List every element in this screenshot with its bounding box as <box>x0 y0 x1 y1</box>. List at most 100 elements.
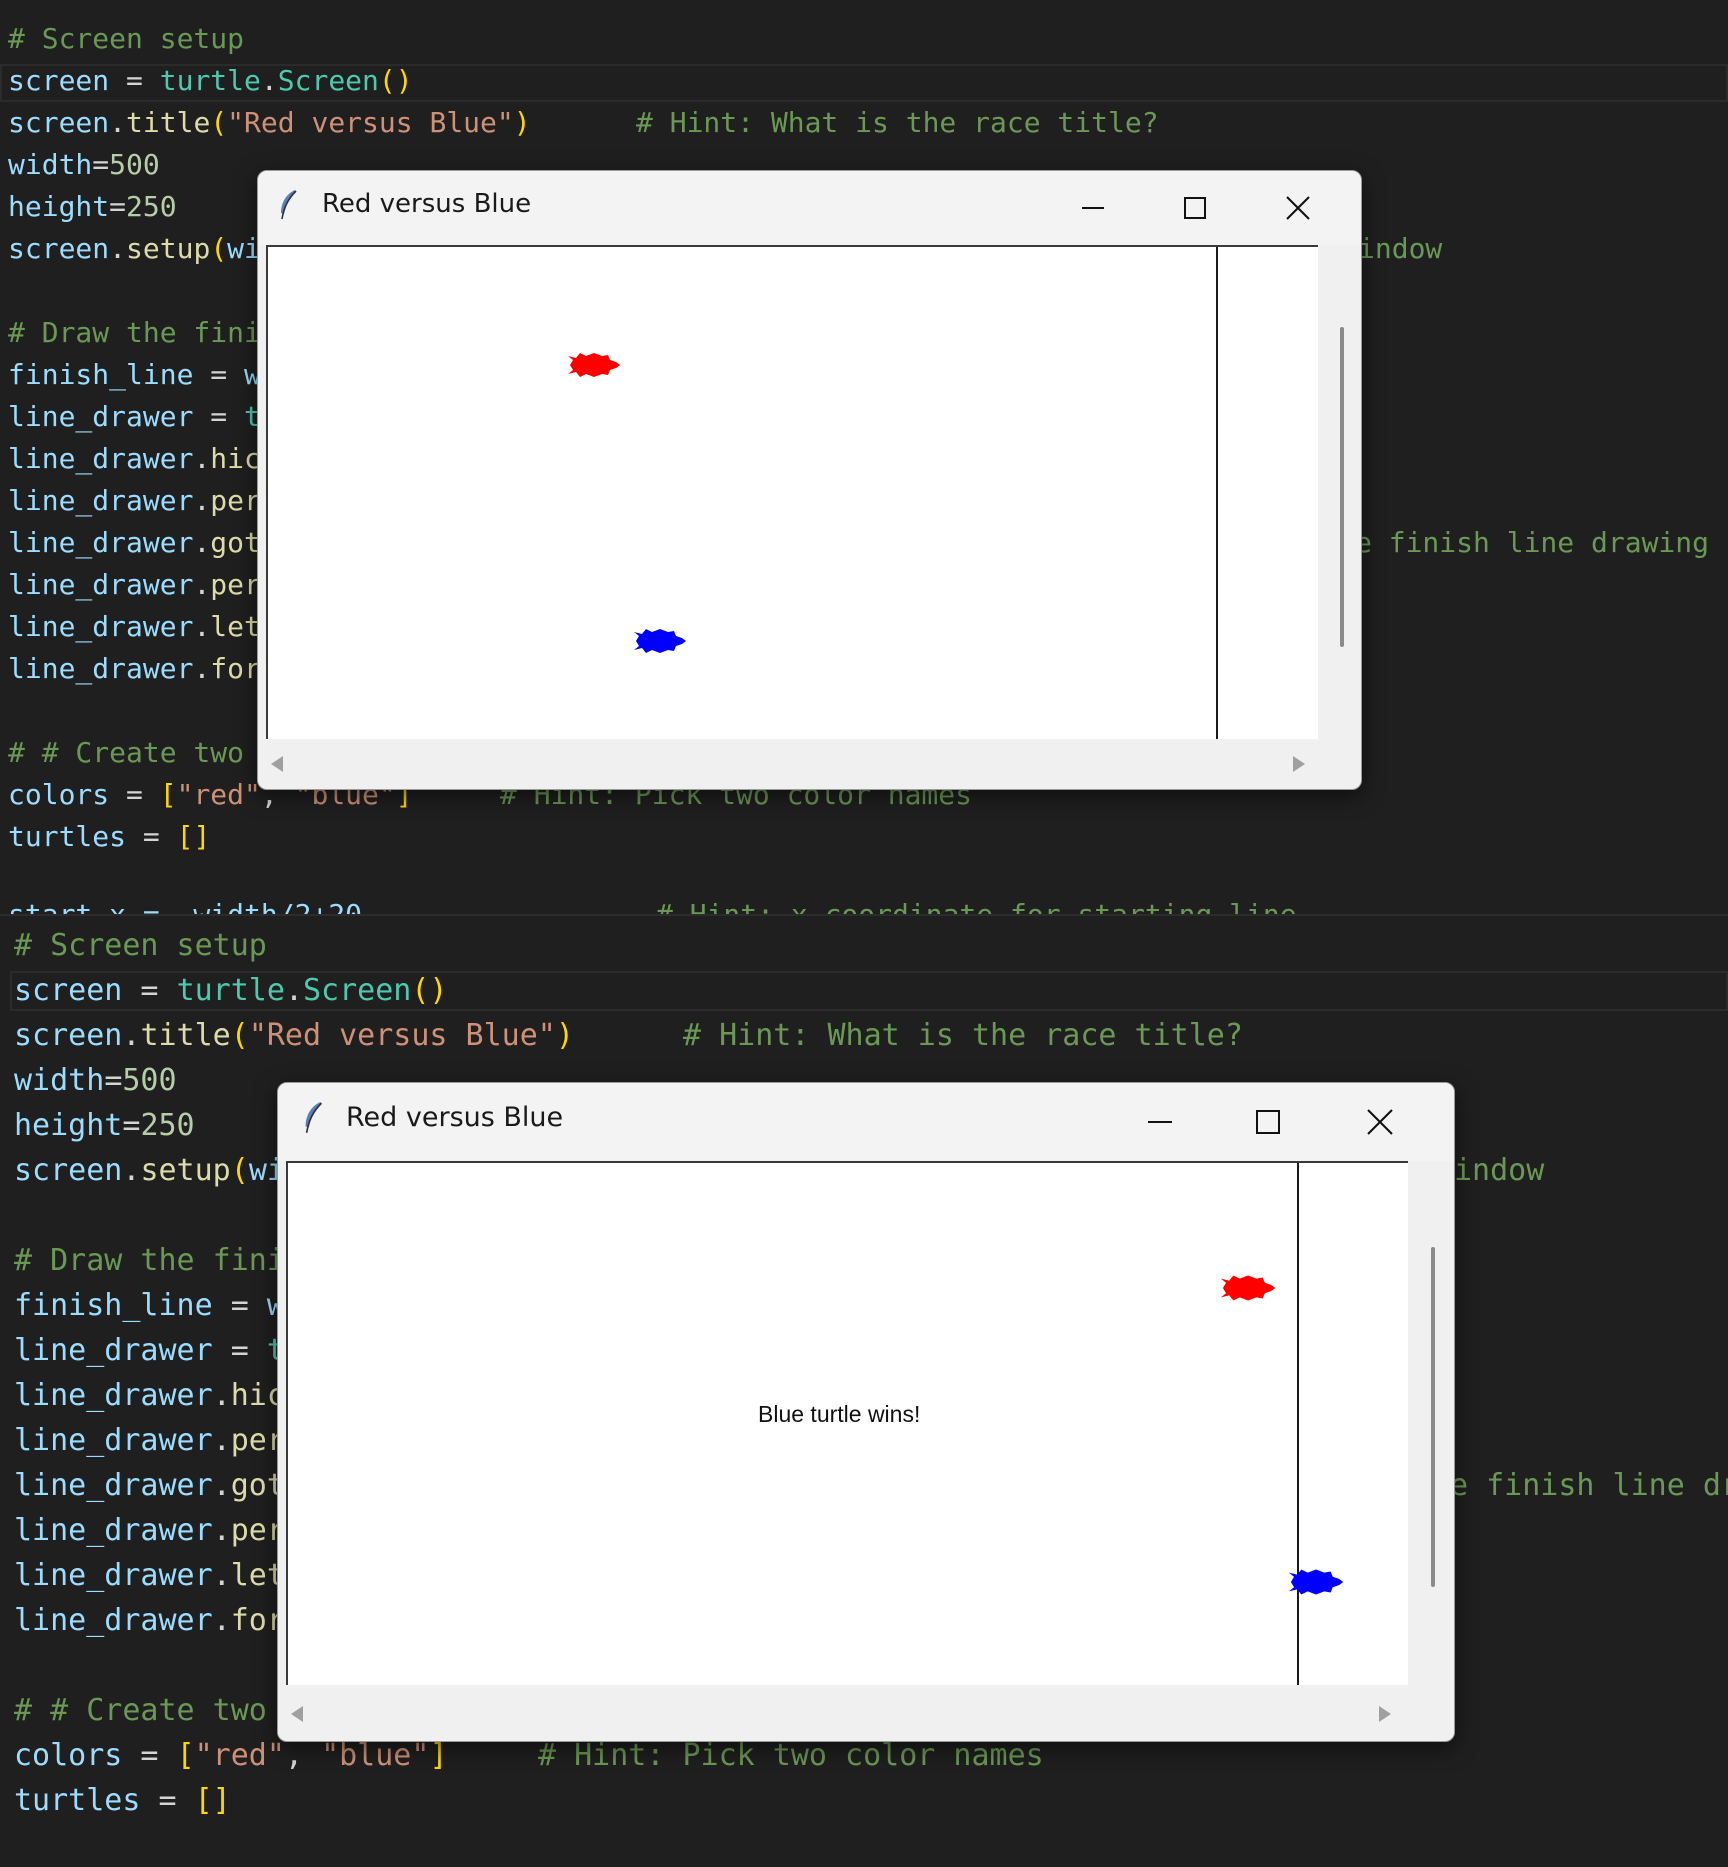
operator: = <box>140 1783 195 1818</box>
turtle-canvas[interactable] <box>266 245 1318 739</box>
vertical-scroll-thumb[interactable] <box>1340 327 1344 647</box>
identifier: width <box>14 1063 105 1098</box>
comment: # Screen setup <box>14 928 267 963</box>
operator: . <box>193 610 211 643</box>
minimize-button[interactable] <box>1063 183 1123 233</box>
turtle-window-top[interactable]: Red versus Blue <box>257 170 1362 790</box>
identifier: line_drawer <box>8 484 194 517</box>
bracket: ( <box>210 106 228 139</box>
method-name: hi <box>210 442 245 475</box>
identifier: screen <box>8 232 110 265</box>
close-icon <box>1367 1109 1393 1135</box>
identifier: width <box>8 148 93 181</box>
code-line-20: turtles = [] <box>8 820 210 853</box>
comment-tail: e finish line drawing <box>1355 526 1710 559</box>
identifier: line_drawer <box>14 1513 213 1548</box>
editor-panel-top[interactable]: # Screen setup screen = turtle.Screen() … <box>0 0 1728 914</box>
close-button[interactable] <box>1348 1097 1412 1147</box>
code-line-14: line_drawer.per <box>14 1513 285 1548</box>
code-line-20: turtles = [] <box>14 1783 231 1818</box>
comment-tail: indow <box>1454 1153 1545 1188</box>
code-line-12: line_drawer.per <box>8 484 261 517</box>
method-name: le <box>230 1558 267 1593</box>
identifier: line_drawer <box>8 568 194 601</box>
operator: . <box>193 526 211 559</box>
identifier: line_drawer <box>14 1558 213 1593</box>
vertical-scroll-thumb[interactable] <box>1431 1247 1435 1587</box>
code-line-2: screen = turtle.Screen() <box>8 64 413 97</box>
code-line-10: line_drawer = t <box>8 400 261 433</box>
comment-tail: e finish line dr <box>1450 1468 1728 1503</box>
operator: . <box>212 1468 231 1503</box>
operator: . <box>193 442 211 475</box>
operator: = <box>122 1108 141 1143</box>
editor-panel-bottom[interactable]: # Screen setup screen = turtle.Screen() … <box>0 916 1728 1867</box>
comment: # Draw the fini <box>8 316 261 349</box>
method-name: fo <box>210 652 245 685</box>
identifier: finish_line <box>14 1288 213 1323</box>
window-titlebar[interactable]: Red versus Blue <box>278 1083 1454 1161</box>
minimize-icon <box>1082 207 1104 209</box>
code-line-12: line_drawer.per <box>14 1423 285 1458</box>
operator: = <box>109 190 127 223</box>
bracket: ( <box>210 232 228 265</box>
blue-turtle-icon <box>1288 1569 1344 1595</box>
function-name: title <box>126 106 211 139</box>
scroll-left-icon[interactable] <box>290 1705 304 1723</box>
identifier: wi <box>227 232 261 265</box>
code-line-16: line_drawer.for <box>8 652 261 685</box>
identifier: line_drawer <box>14 1378 213 1413</box>
scroll-left-icon[interactable] <box>270 755 284 773</box>
horizontal-scrollbar[interactable] <box>278 1689 1454 1739</box>
blue-turtle-icon <box>634 629 686 653</box>
identifier: turtles <box>8 820 127 853</box>
operator: = <box>109 64 160 97</box>
brackets: () <box>411 973 448 1008</box>
code-line-10: line_drawer = t <box>14 1333 285 1368</box>
turtle-canvas[interactable]: Blue turtle wins! <box>286 1161 1408 1685</box>
scroll-right-icon[interactable] <box>1292 755 1306 773</box>
operator: = <box>212 1288 267 1323</box>
identifier: height <box>14 1108 123 1143</box>
comment-tail: indow <box>1358 232 1443 265</box>
method-name: le <box>210 610 245 643</box>
operator: = <box>212 1333 267 1368</box>
bracket: ( <box>230 1153 249 1188</box>
operator: . <box>193 484 211 517</box>
vertical-scrollbar[interactable] <box>1416 1161 1450 1685</box>
function-name: setup <box>140 1153 231 1188</box>
comment-clipped: # Hint: x coordinate for starting line <box>656 898 1297 914</box>
close-button[interactable] <box>1268 183 1328 233</box>
code-line-3: screen.title("Red versus Blue") <box>8 106 531 139</box>
identifier: screen <box>14 1018 123 1053</box>
method-name: pe <box>230 1423 267 1458</box>
function-name: setup <box>126 232 211 265</box>
brackets: [] <box>176 820 211 853</box>
operator: . <box>212 1423 231 1458</box>
vertical-scrollbar[interactable] <box>1326 245 1358 739</box>
bracket: [ <box>176 1738 195 1773</box>
function-name: title <box>140 1018 231 1053</box>
maximize-button[interactable] <box>1236 1097 1300 1147</box>
minimize-button[interactable] <box>1128 1097 1192 1147</box>
comment: # Hint: Pick two color names <box>538 1738 1044 1773</box>
window-titlebar[interactable]: Red versus Blue <box>258 171 1361 245</box>
code-line-5: height=250 <box>8 190 177 223</box>
code-line-22-clipped: start_x = -width/2+20 <box>8 898 362 914</box>
turtle-window-bottom[interactable]: Red versus Blue Blue turtle wins! <box>277 1082 1455 1742</box>
identifier: screen <box>14 1153 123 1188</box>
identifier: screen <box>8 106 110 139</box>
number-literal: 250 <box>126 190 177 223</box>
operator: . <box>122 1153 141 1188</box>
code-fragment: start_x = -width/2+20 <box>8 898 362 914</box>
maximize-button[interactable] <box>1165 183 1225 233</box>
comment: # Hint: What is the race title? <box>636 106 1159 139</box>
horizontal-scrollbar[interactable] <box>258 741 1361 787</box>
feather-icon <box>305 1102 323 1133</box>
bracket: ) <box>555 1018 574 1053</box>
string-literal: "blue" <box>321 1738 430 1773</box>
scroll-right-icon[interactable] <box>1378 1705 1392 1723</box>
code-line-15: line_drawer.let <box>8 610 261 643</box>
code-line-18: # # Create two <box>8 736 244 769</box>
string-literal: "Red versus Blue" <box>248 1018 556 1053</box>
